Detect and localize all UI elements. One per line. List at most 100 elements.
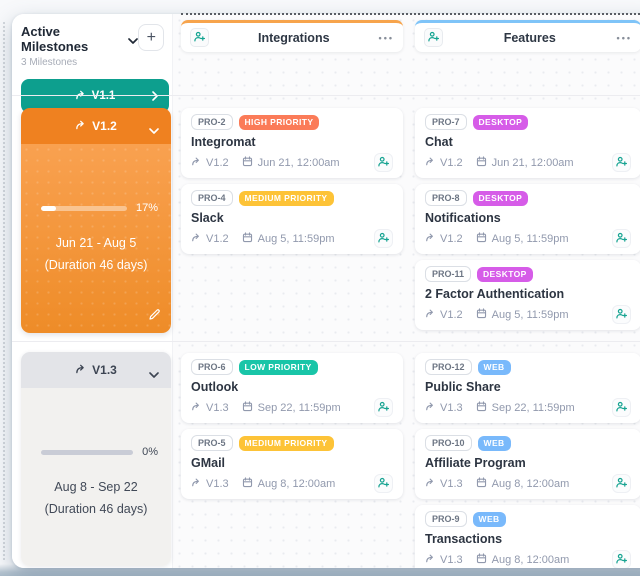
assign-user-button[interactable] xyxy=(190,28,209,47)
task-card[interactable]: PRO-2 HIGH PRIORITY Integromat V1.2 Jun … xyxy=(181,108,403,178)
task-title: Public Share xyxy=(425,380,631,394)
milestone-v13-body: 0% Aug 8 - Sep 22 (Duration 46 days) xyxy=(21,388,171,566)
sidebar-title: Active Milestones xyxy=(21,24,123,54)
lane-divider xyxy=(12,341,640,342)
assign-user-button[interactable] xyxy=(612,550,631,568)
task-meta: V1.3 Sep 22, 11:59pm xyxy=(425,398,631,417)
card-badges: PRO-8 DESKTOP xyxy=(425,190,631,206)
tag-badge: DESKTOP xyxy=(477,267,533,282)
task-due-date: Sep 22, 11:59pm xyxy=(492,402,575,414)
add-user-icon xyxy=(616,231,627,246)
milestone-v13-header[interactable]: V1.3 xyxy=(21,352,171,388)
milestone-v13-progress: 0% xyxy=(21,388,171,458)
ellipsis-menu-icon[interactable]: ••• xyxy=(379,33,394,43)
assign-user-button[interactable] xyxy=(612,474,631,493)
assign-user-button[interactable] xyxy=(374,398,393,417)
task-meta: V1.2 Aug 5, 11:59pm xyxy=(425,305,631,324)
progress-fill xyxy=(41,206,56,211)
milestones-panel: Active Milestones 3 Milestones + V1.1 xyxy=(12,14,640,568)
task-title: Outlook xyxy=(191,380,393,394)
milestone-arrow-icon xyxy=(425,233,435,245)
assign-user-button[interactable] xyxy=(612,398,631,417)
task-meta: V1.2 Aug 5, 11:59pm xyxy=(191,229,393,248)
milestone-arrow-icon xyxy=(191,402,201,414)
add-user-icon xyxy=(616,552,627,567)
task-card[interactable]: PRO-6 LOW PRIORITY Outlook V1.3 Sep 22, … xyxy=(181,353,403,423)
assign-user-button[interactable] xyxy=(612,229,631,248)
ellipsis-menu-icon[interactable]: ••• xyxy=(617,33,632,43)
task-card[interactable]: PRO-5 MEDIUM PRIORITY GMail V1.3 Aug 8, … xyxy=(181,429,403,499)
milestone-v12-progress: 17% xyxy=(21,144,171,214)
progress-track xyxy=(41,450,133,455)
task-card[interactable]: PRO-10 WEB Affiliate Program V1.3 Aug 8,… xyxy=(415,429,640,499)
task-card[interactable]: PRO-4 MEDIUM PRIORITY Slack V1.2 Aug 5, … xyxy=(181,184,403,254)
task-card[interactable]: PRO-9 WEB Transactions V1.3 Aug 8, 12:00… xyxy=(415,505,640,568)
task-card[interactable]: PRO-8 DESKTOP Notifications V1.2 Aug 5, … xyxy=(415,184,640,254)
milestone-arrow-icon xyxy=(425,157,435,169)
add-user-icon xyxy=(616,400,627,415)
card-badges: PRO-2 HIGH PRIORITY xyxy=(191,114,393,130)
task-card[interactable]: PRO-12 WEB Public Share V1.3 Sep 22, 11:… xyxy=(415,353,640,423)
milestone-arrow-icon xyxy=(75,90,86,103)
task-milestone: V1.3 xyxy=(440,402,463,414)
sidebar-title-block: Active Milestones 3 Milestones xyxy=(21,24,138,68)
calendar-icon xyxy=(476,308,487,322)
milestone-v12-dates: Jun 21 - Aug 5 (Duration 46 days) xyxy=(21,233,171,277)
task-due-date: Jun 21, 12:00am xyxy=(258,157,340,169)
task-card[interactable]: PRO-11 DESKTOP 2 Factor Authentication V… xyxy=(415,260,640,330)
milestone-arrow-icon xyxy=(425,478,435,490)
column-title: Integrations xyxy=(209,31,379,45)
column-title: Features xyxy=(443,31,617,45)
active-milestones-dropdown[interactable]: Active Milestones xyxy=(21,24,138,54)
milestones-board-page: Active Milestones 3 Milestones + V1.1 xyxy=(0,0,640,576)
task-meta: V1.3 Aug 8, 12:00am xyxy=(425,474,631,493)
card-badges: PRO-11 DESKTOP xyxy=(425,266,631,282)
task-meta: V1.3 Aug 8, 12:00am xyxy=(425,550,631,568)
add-user-icon xyxy=(616,155,627,170)
ticket-id-badge: PRO-12 xyxy=(425,359,472,375)
calendar-icon xyxy=(476,232,487,246)
calendar-icon xyxy=(476,156,487,170)
assign-user-button[interactable] xyxy=(374,153,393,172)
tag-badge: WEB xyxy=(478,436,511,451)
sidebar-header: Active Milestones 3 Milestones + xyxy=(21,24,169,68)
assign-user-button[interactable] xyxy=(612,305,631,324)
task-milestone: V1.2 xyxy=(440,157,463,169)
task-milestone: V1.3 xyxy=(440,478,463,490)
duration: (Duration 46 days) xyxy=(21,499,171,521)
milestone-arrow-icon xyxy=(75,119,86,133)
tag-badge: MEDIUM PRIORITY xyxy=(239,191,334,206)
ticket-id-badge: PRO-6 xyxy=(191,359,233,375)
assign-user-button[interactable] xyxy=(374,229,393,248)
edit-milestone-button[interactable] xyxy=(148,308,161,324)
calendar-icon xyxy=(476,477,487,491)
tag-badge: MEDIUM PRIORITY xyxy=(239,436,334,451)
board-area: Integrations ••• Features ••• PRO-2 xyxy=(172,14,640,568)
task-milestone: V1.2 xyxy=(440,309,463,321)
milestone-arrow-icon xyxy=(425,554,435,566)
task-card[interactable]: PRO-7 DESKTOP Chat V1.2 Jun 21, 12:00am xyxy=(415,108,640,178)
card-badges: PRO-6 LOW PRIORITY xyxy=(191,359,393,375)
add-milestone-button[interactable]: + xyxy=(138,24,164,51)
assign-user-button[interactable] xyxy=(424,28,443,47)
milestone-arrow-icon xyxy=(191,233,201,245)
milestone-v12-header[interactable]: V1.2 xyxy=(21,108,171,144)
task-title: Notifications xyxy=(425,211,631,225)
lane-v13: PRO-6 LOW PRIORITY Outlook V1.3 Sep 22, … xyxy=(181,341,640,568)
lane-v12: PRO-2 HIGH PRIORITY Integromat V1.2 Jun … xyxy=(181,96,640,341)
assign-user-button[interactable] xyxy=(612,153,631,172)
task-title: 2 Factor Authentication xyxy=(425,287,631,301)
add-user-icon xyxy=(616,307,627,322)
tag-badge: DESKTOP xyxy=(473,115,529,130)
assign-user-button[interactable] xyxy=(374,474,393,493)
task-meta: V1.3 Sep 22, 11:59pm xyxy=(191,398,393,417)
duration: (Duration 46 days) xyxy=(21,255,171,277)
add-user-icon xyxy=(378,476,389,491)
task-due-date: Aug 5, 11:59pm xyxy=(492,233,569,245)
task-milestone: V1.2 xyxy=(206,233,229,245)
card-badges: PRO-10 WEB xyxy=(425,435,631,451)
chevron-down-icon xyxy=(149,367,159,381)
chevron-right-icon xyxy=(152,91,158,104)
calendar-icon xyxy=(242,232,253,246)
tag-badge: LOW PRIORITY xyxy=(239,360,318,375)
